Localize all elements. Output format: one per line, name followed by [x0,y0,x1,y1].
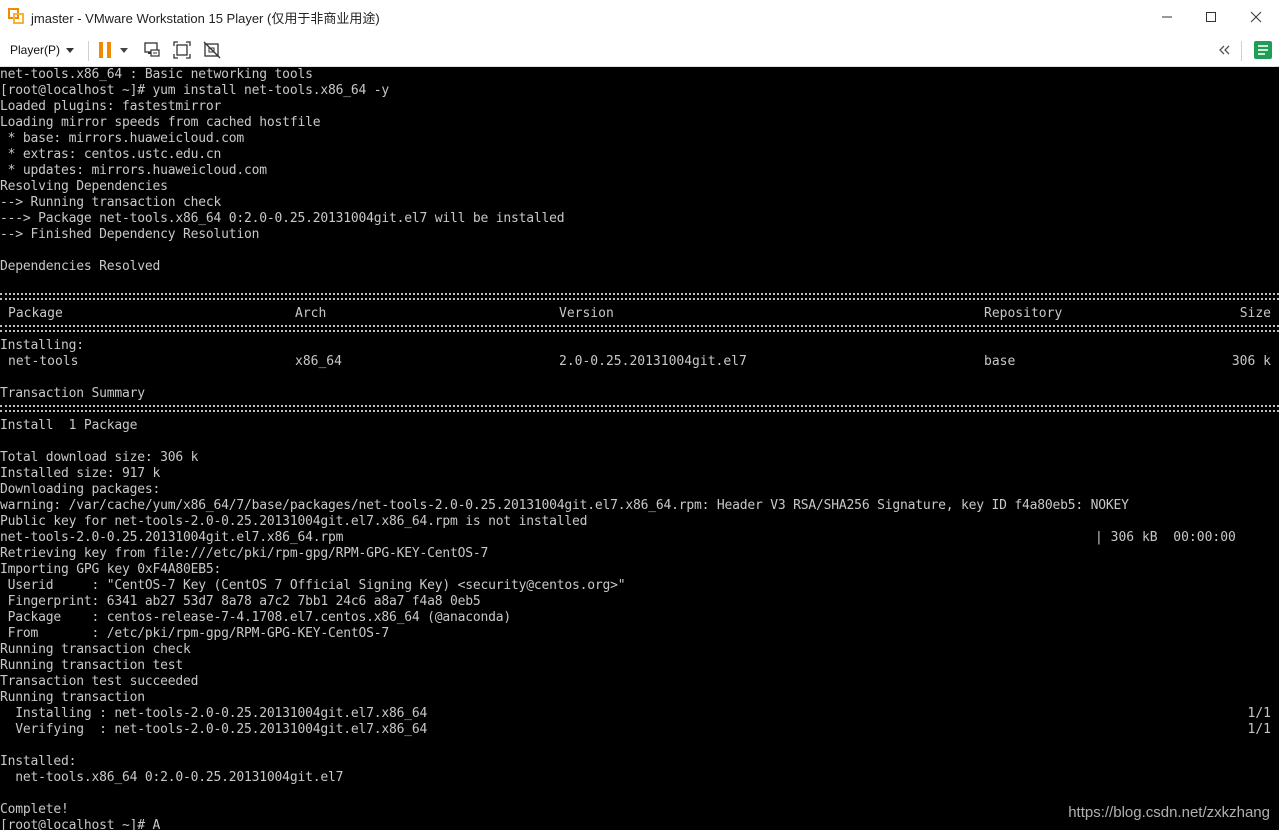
player-menu[interactable]: Player(P) [6,39,78,61]
table-header-arch: Arch [295,306,327,321]
send-ctrl-alt-del-button[interactable] [142,40,162,60]
console-line: net-tools.x86_64 : Basic networking tool… [0,67,313,82]
table-cell-package: net-tools [8,354,79,369]
console-line: Retrieving key from file:///etc/pki/rpm-… [0,546,489,561]
table-rule [0,325,1279,332]
console-line: Running transaction test [0,658,184,673]
player-toolbar: Player(P) [0,33,1279,67]
console-line: Transaction test succeeded [0,674,199,689]
unity-button[interactable] [202,40,222,60]
title-bar[interactable]: jmaster - VMware Workstation 15 Player (… [0,0,1279,33]
console-line: * extras: centos.ustc.edu.cn [0,147,222,162]
maximize-button[interactable] [1188,0,1234,33]
table-group-label: Installing: [0,338,84,353]
collapse-toolbar-button[interactable] [1214,40,1234,60]
console-line: * base: mirrors.huaweicloud.com [0,131,245,146]
toolbar-divider [1241,41,1242,61]
table-header-package: Package [8,306,63,321]
console-line: Public key for net-tools-2.0-0.25.201310… [0,514,588,529]
console-line: --> Finished Dependency Resolution [0,227,260,242]
console-line: Loaded plugins: fastestmirror [0,99,222,114]
vmware-icon [8,8,24,24]
pause-icon [99,42,111,58]
console-line: Userid : "CentOS-7 Key (CentOS 7 Officia… [0,578,626,593]
console-line: [root@localhost ~]# yum install net-tool… [0,83,389,98]
shell-prompt[interactable]: [root@localhost ~]# A [0,818,160,830]
library-button[interactable] [1253,40,1273,60]
summary-title: Transaction Summary [0,386,145,401]
table-rule [0,293,1279,300]
unity-icon [203,41,221,59]
toolbar-divider [88,41,89,61]
power-dropdown[interactable] [117,40,131,60]
console-line: Running transaction check [0,642,191,657]
console-line: Loading mirror speeds from cached hostfi… [0,115,321,130]
fit-guest-icon [173,41,191,59]
console-line: * updates: mirrors.huaweicloud.com [0,163,268,178]
player-menu-label: Player(P) [10,43,61,57]
send-ctrl-alt-del-icon [144,42,160,57]
progress-line: Installing : net-tools-2.0-0.25.20131004… [0,706,428,721]
table-header-version: Version [559,306,614,321]
console-line: ---> Package net-tools.x86_64 0:2.0-0.25… [0,211,565,226]
fit-guest-button[interactable] [172,40,192,60]
prompt-text: [root@localhost ~]# [0,818,153,830]
vm-console[interactable]: net-tools.x86_64 : Basic networking tool… [0,67,1279,830]
installed-label: Installed: [0,754,77,769]
maximize-icon [1206,11,1216,22]
progress-count: 1/1 [1247,706,1271,721]
table-header-repository: Repository [984,306,1063,321]
console-line: Resolving Dependencies [0,179,168,194]
download-file: net-tools-2.0-0.25.20131004git.el7.x86_6… [0,530,344,545]
table-cell-repository: base [984,354,1016,369]
console-line: Package : centos-release-7-4.1708.el7.ce… [0,610,512,625]
progress-line: Verifying : net-tools-2.0-0.25.20131004g… [0,722,428,737]
console-line: Fingerprint: 6341 ab27 53d7 8a78 a7c2 7b… [0,594,481,609]
dropdown-caret-icon [120,47,128,53]
table-header-size: Size [1239,306,1271,321]
download-stats: | 306 kB 00:00:00 [1095,530,1236,545]
collapse-icon [1219,45,1230,55]
chevron-down-icon [66,47,75,53]
console-line: Installed size: 917 k [0,466,161,481]
window-title: jmaster - VMware Workstation 15 Player (… [31,11,380,26]
console-line: Importing GPG key 0xF4A80EB5: [0,562,222,577]
table-rule [0,405,1279,412]
console-line: warning: /var/cache/yum/x86_64/7/base/pa… [0,498,1129,513]
table-cell-arch: x86_64 [295,354,342,369]
table-cell-size: 306 k [1231,354,1271,369]
complete-message: Complete! [0,802,69,817]
console-line: Dependencies Resolved [0,259,161,274]
summary-line: Install 1 Package [0,418,138,433]
watermark: https://blog.csdn.net/zxkzhang [1068,804,1270,821]
console-line: Total download size: 306 k [0,450,199,465]
progress-count: 1/1 [1247,722,1271,737]
table-cell-version: 2.0-0.25.20131004git.el7 [559,354,747,369]
console-line: Downloading packages: [0,482,161,497]
pause-button[interactable] [95,40,115,60]
close-icon [1250,11,1262,22]
console-line: Running transaction [0,690,145,705]
console-line: --> Running transaction check [0,195,222,210]
console-line: From : /etc/pki/rpm-gpg/RPM-GPG-KEY-Cent… [0,626,390,641]
library-icon [1254,41,1272,59]
close-button[interactable] [1233,0,1279,33]
minimize-icon [1162,16,1172,17]
minimize-button[interactable] [1144,0,1190,33]
cursor: A [152,818,161,830]
installed-item: net-tools.x86_64 0:2.0-0.25.20131004git.… [0,770,344,785]
